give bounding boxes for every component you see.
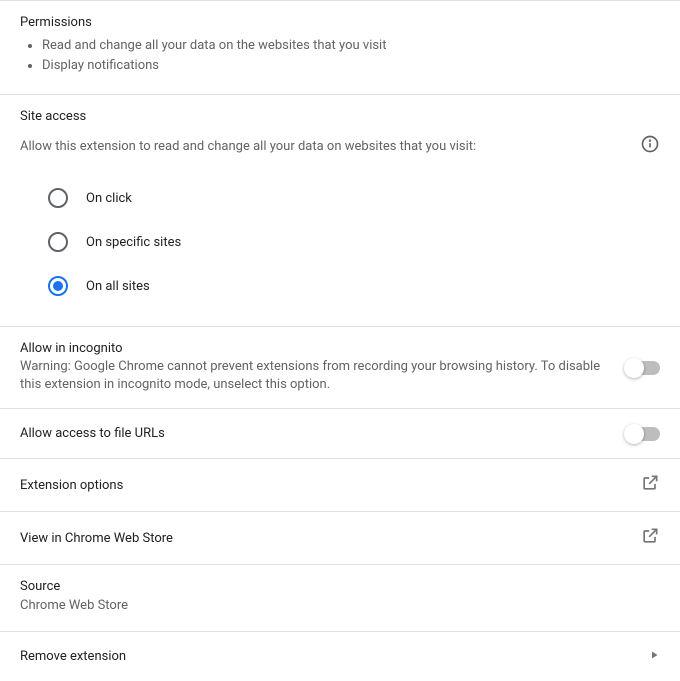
source-value: Chrome Web Store bbox=[20, 598, 660, 613]
extension-options-row[interactable]: Extension options bbox=[0, 458, 680, 511]
site-access-heading: Site access bbox=[20, 109, 660, 124]
source-section: Source Chrome Web Store bbox=[0, 564, 680, 631]
permission-item: Read and change all your data on the web… bbox=[42, 36, 660, 56]
view-web-store-title: View in Chrome Web Store bbox=[20, 531, 624, 546]
allow-incognito-toggle[interactable] bbox=[626, 361, 660, 375]
view-web-store-row[interactable]: View in Chrome Web Store bbox=[0, 511, 680, 564]
permission-item: Display notifications bbox=[42, 56, 660, 76]
site-access-description: Allow this extension to read and change … bbox=[20, 139, 476, 154]
radio-label: On specific sites bbox=[86, 235, 181, 250]
open-external-icon bbox=[640, 526, 660, 550]
radio-label: On all sites bbox=[86, 279, 150, 294]
permissions-list: Read and change all your data on the web… bbox=[20, 36, 660, 76]
allow-incognito-title: Allow in incognito bbox=[20, 341, 610, 356]
radio-on-specific-sites[interactable]: On specific sites bbox=[48, 220, 660, 264]
allow-incognito-warning: Warning: Google Chrome cannot prevent ex… bbox=[20, 358, 610, 394]
radio-on-click[interactable]: On click bbox=[48, 176, 660, 220]
radio-icon bbox=[48, 232, 68, 252]
allow-file-urls-toggle[interactable] bbox=[626, 427, 660, 441]
permissions-section: Permissions Read and change all your dat… bbox=[0, 0, 680, 94]
allow-file-urls-title: Allow access to file URLs bbox=[20, 426, 610, 441]
radio-icon bbox=[48, 188, 68, 208]
site-access-radio-group: On click On specific sites On all sites bbox=[48, 176, 660, 308]
chevron-right-icon bbox=[648, 649, 660, 665]
permissions-heading: Permissions bbox=[20, 15, 660, 30]
radio-on-all-sites[interactable]: On all sites bbox=[48, 264, 660, 308]
allow-file-urls-row: Allow access to file URLs bbox=[0, 408, 680, 458]
info-icon[interactable] bbox=[640, 134, 660, 158]
site-access-section: Site access Allow this extension to read… bbox=[0, 94, 680, 326]
allow-incognito-row: Allow in incognito Warning: Google Chrom… bbox=[0, 326, 680, 408]
extension-options-title: Extension options bbox=[20, 478, 624, 493]
radio-label: On click bbox=[86, 191, 132, 206]
remove-extension-title: Remove extension bbox=[20, 649, 632, 664]
open-external-icon bbox=[640, 473, 660, 497]
remove-extension-row[interactable]: Remove extension bbox=[0, 631, 680, 681]
radio-icon bbox=[48, 276, 68, 296]
source-title: Source bbox=[20, 579, 660, 594]
